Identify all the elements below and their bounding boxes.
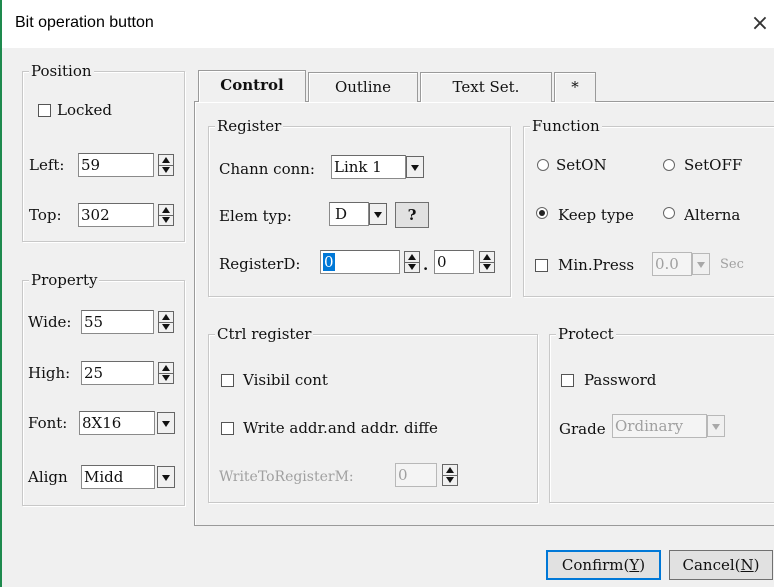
high-input[interactable]: 25 [81, 361, 154, 385]
help-button[interactable]: ? [395, 202, 429, 228]
property-legend: Property [29, 270, 100, 290]
register-bit-spinner[interactable] [479, 251, 495, 273]
confirm-text: Confirm( [561, 556, 630, 574]
write-addr-checkbox[interactable] [221, 422, 234, 435]
function-legend: Function [530, 116, 602, 136]
confirm-paren: ) [639, 556, 646, 574]
alternate-radio[interactable] [663, 207, 675, 219]
title-bar: Bit operation button × [2, 0, 774, 48]
min-press-dropdown-arrow[interactable] [692, 253, 710, 275]
password-label: Password [584, 371, 657, 389]
chann-conn-dropdown-arrow[interactable] [406, 156, 424, 178]
seton-label: SetON [556, 156, 607, 174]
keep-type-radio[interactable] [536, 207, 548, 219]
left-input[interactable]: 59 [78, 153, 154, 177]
locked-label: Locked [57, 101, 112, 119]
font-dropdown-arrow[interactable] [157, 412, 175, 434]
spinner-divider [159, 322, 173, 323]
register-d-spinner[interactable] [404, 251, 420, 273]
wide-input[interactable]: 55 [81, 310, 154, 334]
seton-radio[interactable] [537, 159, 549, 171]
confirm-shortcut: Y [629, 556, 640, 574]
confirm-button[interactable]: Confirm(Y) [546, 550, 661, 580]
top-spinner[interactable] [158, 204, 174, 226]
min-press-checkbox[interactable] [535, 259, 548, 272]
top-input[interactable]: 302 [78, 203, 154, 227]
protect-legend: Protect [556, 324, 616, 344]
min-press-input[interactable]: 0.0 [652, 252, 692, 276]
grade-dropdown-arrow[interactable] [707, 415, 725, 437]
ctrl-register-legend: Ctrl register [215, 324, 314, 344]
wide-label: Wide: [28, 313, 72, 331]
setoff-radio[interactable] [663, 159, 675, 171]
elem-typ-select[interactable]: D [329, 202, 369, 226]
spinner-divider [443, 475, 457, 476]
dialog-window: Bit operation button × Position Locked L… [0, 0, 774, 587]
setoff-label: SetOFF [684, 156, 743, 174]
font-label: Font: [28, 414, 68, 432]
tab-control[interactable]: Control [198, 70, 306, 102]
spinner-divider [159, 165, 173, 166]
font-select[interactable]: 8X16 [79, 411, 155, 435]
elem-typ-dropdown-arrow[interactable] [369, 203, 387, 225]
grade-select[interactable]: Ordinary [612, 414, 707, 438]
cancel-shortcut: N [740, 556, 754, 574]
register-d-value: 0 [323, 253, 335, 271]
spinner-divider [405, 262, 419, 263]
register-d-label: RegisterD: [219, 255, 301, 273]
cancel-paren: ) [753, 556, 760, 574]
left-label: Left: [29, 156, 65, 174]
write-addr-label: Write addr.and addr. diffe [243, 419, 438, 437]
align-select[interactable]: Midd [81, 465, 155, 489]
cancel-button[interactable]: Cancel(N) [669, 550, 773, 580]
close-icon[interactable]: × [747, 10, 773, 38]
window-title: Bit operation button [15, 14, 154, 31]
visibil-cont-label: Visibil cont [243, 371, 328, 389]
register-bit-input[interactable]: 0 [434, 250, 474, 274]
chann-conn-label: Chann conn: [219, 160, 315, 178]
chann-conn-select[interactable]: Link 1 [331, 155, 406, 179]
position-legend: Position [29, 61, 94, 81]
align-label: Align [28, 468, 68, 486]
spinner-divider [159, 215, 173, 216]
cancel-text: Cancel( [682, 556, 741, 574]
locked-checkbox[interactable] [38, 104, 51, 117]
tab-outline[interactable]: Outline [308, 72, 418, 102]
grade-label: Grade [559, 420, 606, 438]
sec-label: Sec [720, 257, 744, 272]
spinner-divider [480, 262, 494, 263]
min-press-label: Min.Press [558, 256, 635, 274]
register-d-input[interactable]: 0 [320, 250, 400, 274]
top-label: Top: [29, 206, 62, 224]
elem-typ-label: Elem typ: [219, 207, 292, 225]
high-label: High: [28, 364, 71, 382]
align-dropdown-arrow[interactable] [157, 466, 175, 488]
register-dot: . [423, 256, 429, 274]
tab-text-set[interactable]: Text Set. [420, 72, 552, 102]
write-to-register-input[interactable]: 0 [395, 463, 437, 487]
wide-spinner[interactable] [158, 311, 174, 333]
write-to-register-label: WriteToRegisterM: [219, 469, 354, 485]
register-legend: Register [215, 116, 284, 136]
password-checkbox[interactable] [561, 374, 574, 387]
visibil-cont-checkbox[interactable] [221, 374, 234, 387]
alternate-label: Alterna [684, 206, 741, 224]
keep-type-label: Keep type [558, 206, 634, 224]
spinner-divider [159, 373, 173, 374]
left-spinner[interactable] [158, 154, 174, 176]
high-spinner[interactable] [158, 362, 174, 384]
tab-star[interactable]: * [554, 72, 596, 102]
write-to-register-spinner[interactable] [442, 464, 458, 486]
